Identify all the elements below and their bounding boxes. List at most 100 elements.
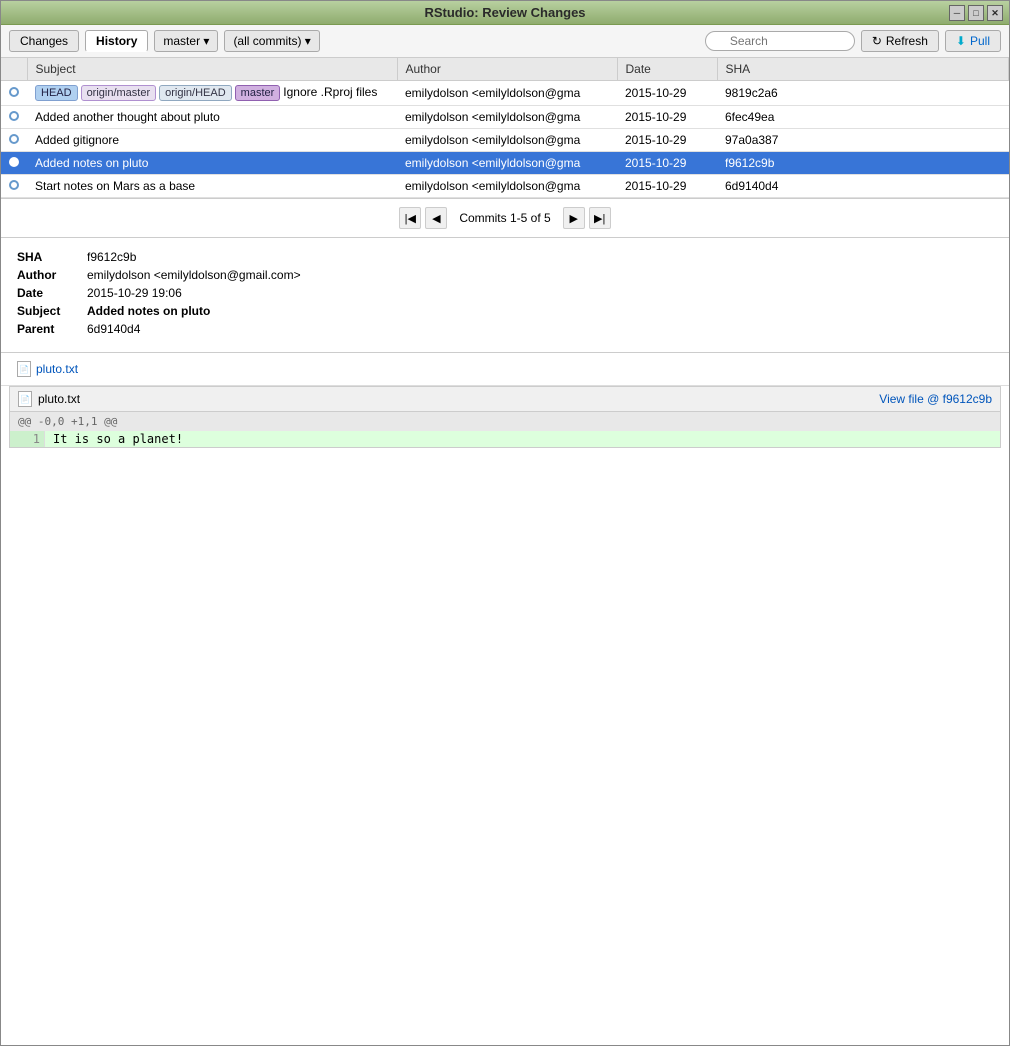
graph-dot — [9, 180, 19, 190]
window-title: RStudio: Review Changes — [424, 5, 585, 20]
diff-container: 📄 pluto.txt View file @ f9612c9b @@ -0,0… — [9, 386, 1001, 448]
subject-header: Subject — [27, 58, 397, 81]
date-cell: 2015-10-29 — [617, 129, 717, 152]
tag-badge: HEAD — [35, 85, 78, 101]
next-page-button[interactable]: ▶ — [563, 207, 585, 229]
subject-text: Added notes on pluto — [35, 156, 148, 170]
diff-header-left: 📄 pluto.txt — [18, 391, 80, 407]
window-controls: ─ □ ✕ — [949, 5, 1003, 21]
subject-label: Subject — [17, 304, 87, 318]
diff-header: 📄 pluto.txt View file @ f9612c9b — [10, 387, 1000, 412]
file-item[interactable]: 📄 pluto.txt — [17, 359, 993, 379]
main-content-area — [1, 456, 1009, 1045]
refresh-button[interactable]: ↻ Refresh — [861, 30, 939, 52]
author-row: Author emilydolson <emilyldolson@gmail.c… — [17, 268, 993, 282]
close-button[interactable]: ✕ — [987, 5, 1003, 21]
diff-hunk-header: @@ -0,0 +1,1 @@ — [10, 412, 1000, 431]
author-cell: emilydolson <emilyldolson@gma — [397, 106, 617, 129]
minimize-button[interactable]: ─ — [949, 5, 965, 21]
prev-page-button[interactable]: ◀ — [425, 207, 447, 229]
diff-filename: pluto.txt — [38, 392, 80, 406]
author-cell: emilydolson <emilyldolson@gma — [397, 81, 617, 106]
subject-text: Ignore .Rproj files — [283, 85, 377, 99]
subject-value: Added notes on pluto — [87, 304, 210, 318]
author-cell: emilydolson <emilyldolson@gma — [397, 175, 617, 198]
parent-label: Parent — [17, 322, 87, 336]
table-row[interactable]: Added notes on pluto emilydolson <emilyld… — [1, 152, 1009, 175]
date-cell: 2015-10-29 — [617, 81, 717, 106]
file-list: 📄 pluto.txt — [1, 353, 1009, 386]
graph-dot — [9, 134, 19, 144]
diff-added-line: 1 It is so a planet! — [10, 431, 1000, 447]
sha-cell: 6fec49ea — [717, 106, 1009, 129]
graph-cell — [1, 152, 27, 175]
pull-icon: ⬇ — [956, 34, 966, 48]
subject-cell: Start notes on Mars as a base — [27, 175, 397, 198]
sha-cell: 9819c2a6 — [717, 81, 1009, 106]
table-row[interactable]: Added gitignore emilydolson <emilyldolson… — [1, 129, 1009, 152]
author-header: Author — [397, 58, 617, 81]
sha-value: f9612c9b — [87, 250, 136, 264]
main-window: RStudio: Review Changes ─ □ ✕ Changes Hi… — [0, 0, 1010, 1046]
diff-line-content: It is so a planet! — [45, 431, 1000, 447]
table-row[interactable]: Added another thought about pluto emilydo… — [1, 106, 1009, 129]
page-label: Commits 1-5 of 5 — [451, 211, 558, 225]
subject-text: Added gitignore — [35, 133, 119, 147]
maximize-button[interactable]: □ — [968, 5, 984, 21]
date-row: Date 2015-10-29 19:06 — [17, 286, 993, 300]
search-input[interactable] — [705, 31, 855, 51]
changes-tab[interactable]: Changes — [9, 30, 79, 52]
author-label: Author — [17, 268, 87, 282]
first-page-button[interactable]: |◀ — [399, 207, 421, 229]
table-header-row: Subject Author Date SHA — [1, 58, 1009, 81]
branch-dropdown[interactable]: master ▾ — [154, 30, 218, 52]
sha-label: SHA — [17, 250, 87, 264]
sha-cell: 97a0a387 — [717, 129, 1009, 152]
subject-text: Added another thought about pluto — [35, 110, 220, 124]
last-page-button[interactable]: ▶| — [589, 207, 611, 229]
refresh-icon: ↻ — [872, 34, 882, 48]
subject-cell: Added gitignore — [27, 129, 397, 152]
diff-file-icon: 📄 — [18, 391, 32, 407]
commit-table: Subject Author Date SHA HEADorigin/maste… — [1, 58, 1009, 198]
tag-badge: master — [235, 85, 281, 101]
date-header: Date — [617, 58, 717, 81]
commit-table-container: Subject Author Date SHA HEADorigin/maste… — [1, 58, 1009, 199]
file-name: pluto.txt — [36, 362, 78, 376]
sha-cell: f9612c9b — [717, 152, 1009, 175]
author-value: emilydolson <emilyldolson@gmail.com> — [87, 268, 301, 282]
subject-cell: HEADorigin/masterorigin/HEADmasterIgnore… — [27, 81, 397, 106]
table-row[interactable]: Start notes on Mars as a base emilydolson… — [1, 175, 1009, 198]
graph-cell — [1, 129, 27, 152]
title-bar: RStudio: Review Changes ─ □ ✕ — [1, 1, 1009, 25]
search-container: 🔍 — [705, 31, 855, 51]
date-label: Date — [17, 286, 87, 300]
date-cell: 2015-10-29 — [617, 175, 717, 198]
history-tab[interactable]: History — [85, 30, 148, 52]
graph-cell — [1, 175, 27, 198]
tag-badge: origin/master — [81, 85, 157, 101]
view-file-link[interactable]: View file @ f9612c9b — [879, 392, 992, 406]
graph-dot — [9, 87, 19, 97]
diff-line-num: 1 — [10, 431, 45, 447]
sha-row: SHA f9612c9b — [17, 250, 993, 264]
table-row[interactable]: HEADorigin/masterorigin/HEADmasterIgnore… — [1, 81, 1009, 106]
sha-cell: 6d9140d4 — [717, 175, 1009, 198]
author-cell: emilydolson <emilyldolson@gma — [397, 129, 617, 152]
date-cell: 2015-10-29 — [617, 152, 717, 175]
parent-row: Parent 6d9140d4 — [17, 322, 993, 336]
graph-cell — [1, 81, 27, 106]
subject-row: Subject Added notes on pluto — [17, 304, 993, 318]
tag-badge: origin/HEAD — [159, 85, 232, 101]
file-icon: 📄 — [17, 361, 31, 377]
subject-cell: Added notes on pluto — [27, 152, 397, 175]
date-value: 2015-10-29 19:06 — [87, 286, 182, 300]
author-cell: emilydolson <emilyldolson@gma — [397, 152, 617, 175]
date-cell: 2015-10-29 — [617, 106, 717, 129]
subject-text: Start notes on Mars as a base — [35, 179, 195, 193]
pagination-bar: |◀ ◀ Commits 1-5 of 5 ▶ ▶| — [1, 199, 1009, 238]
pull-button[interactable]: ⬇ Pull — [945, 30, 1001, 52]
commits-filter-dropdown[interactable]: (all commits) ▾ — [224, 30, 319, 52]
toolbar: Changes History master ▾ (all commits) ▾… — [1, 25, 1009, 58]
graph-dot — [9, 157, 19, 167]
